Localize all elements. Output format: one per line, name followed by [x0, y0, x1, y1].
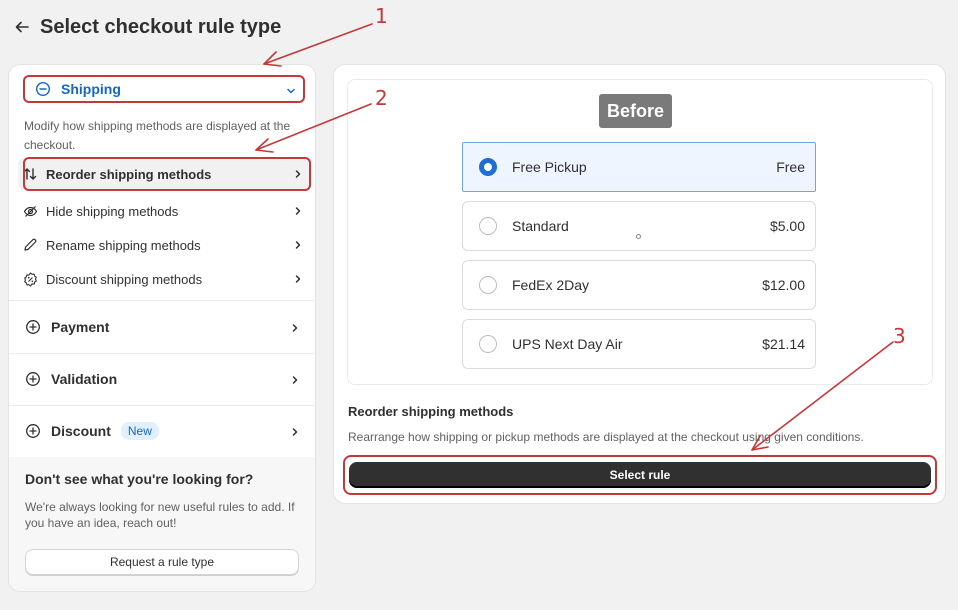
request-rule-type-button[interactable]: Request a rule type	[25, 549, 299, 575]
radio-icon[interactable]	[479, 335, 497, 353]
option-price: Free	[776, 159, 805, 175]
section-validation-label: Validation	[51, 371, 118, 387]
option-price: $5.00	[769, 218, 805, 234]
before-badge: Before	[599, 94, 673, 128]
radio-icon[interactable]	[479, 276, 497, 294]
option-name: FedEx 2Day	[512, 277, 590, 293]
section-validation[interactable]: Validation	[9, 353, 315, 405]
sidebar-item-rename-shipping[interactable]: Rename shipping methods	[18, 229, 312, 261]
option-name: Free Pickup	[512, 159, 587, 175]
chevron-right-icon	[289, 321, 301, 333]
plus-circle-icon	[25, 371, 41, 387]
eye-off-icon	[22, 203, 38, 219]
option-name: Standard	[512, 218, 569, 234]
minus-circle-icon	[35, 81, 51, 97]
chevron-right-icon	[292, 273, 304, 285]
radio-selected-icon[interactable]	[479, 158, 497, 176]
section-discount[interactable]: Discount New	[9, 405, 315, 457]
sidebar-item-label: Discount shipping methods	[46, 271, 203, 287]
pencil-icon	[22, 237, 38, 253]
shipping-option[interactable]: Standard $5.00	[462, 201, 816, 251]
shipping-description: Modify how shipping methods are displaye…	[24, 119, 291, 152]
option-price: $12.00	[762, 277, 805, 293]
section-payment-label: Payment	[51, 319, 110, 335]
option-price: $21.14	[762, 336, 805, 352]
section-discount-label: Discount	[51, 423, 111, 439]
preview-box: Before Free Pickup Free Standard $5.00 F…	[347, 79, 933, 385]
sidebar-item-label: Rename shipping methods	[46, 237, 201, 253]
sidebar-item-hide-shipping[interactable]: Hide shipping methods	[18, 195, 312, 227]
annotation-highlight-reorder	[23, 157, 311, 191]
shipping-option[interactable]: Free Pickup Free	[462, 142, 816, 192]
option-name: UPS Next Day Air	[512, 336, 623, 352]
arrow-left-icon[interactable]	[14, 19, 30, 35]
new-badge: New	[120, 422, 159, 440]
help-title: Don't see what you're looking for?	[25, 471, 254, 487]
plus-circle-icon	[25, 319, 41, 335]
help-text: We're always looking for new useful rule…	[25, 500, 295, 530]
chevron-down-icon	[285, 84, 297, 96]
rule-description: Rearrange how shipping or pickup methods…	[348, 430, 864, 444]
page-title: Select checkout rule type	[40, 15, 282, 38]
sidebar-item-label: Hide shipping methods	[46, 203, 179, 219]
section-shipping[interactable]: Shipping	[23, 75, 305, 103]
rule-preview-panel: Before Free Pickup Free Standard $5.00 F…	[333, 64, 946, 504]
radio-icon[interactable]	[479, 217, 497, 235]
plus-circle-icon	[25, 423, 41, 439]
discount-icon	[22, 271, 38, 287]
section-shipping-label: Shipping	[61, 81, 121, 97]
chevron-right-icon	[292, 205, 304, 217]
annotation-number: 1	[375, 4, 388, 28]
rule-type-sidebar: Shipping Modify how shipping methods are…	[8, 64, 316, 592]
cursor-dot	[636, 234, 641, 239]
chevron-right-icon	[289, 373, 301, 385]
help-footer: Don't see what you're looking for? We're…	[9, 457, 315, 591]
annotation-highlight-select	[343, 455, 937, 495]
annotation-number: 3	[893, 324, 906, 348]
shipping-option[interactable]: UPS Next Day Air $21.14	[462, 319, 816, 369]
section-payment[interactable]: Payment	[9, 301, 315, 353]
sidebar-item-discount-shipping[interactable]: Discount shipping methods	[18, 263, 312, 295]
rule-title: Reorder shipping methods	[348, 404, 514, 419]
shipping-option[interactable]: FedEx 2Day $12.00	[462, 260, 816, 310]
chevron-right-icon	[292, 239, 304, 251]
chevron-right-icon	[289, 425, 301, 437]
page-header: Select checkout rule type	[14, 14, 281, 40]
annotation-number: 2	[375, 86, 388, 110]
